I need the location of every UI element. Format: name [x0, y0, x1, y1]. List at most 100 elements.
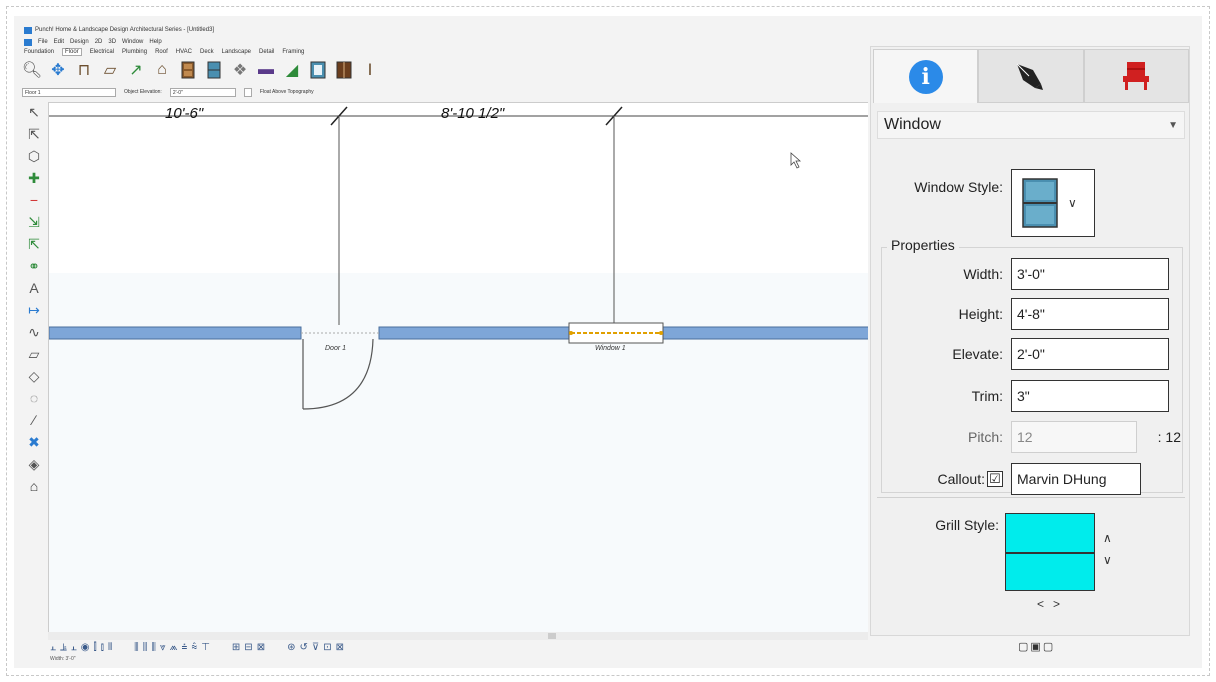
tab-electrical[interactable]: Electrical [90, 49, 114, 55]
object-type-select[interactable]: Window ▼ [877, 111, 1185, 139]
tab-plumbing[interactable]: Plumbing [122, 49, 147, 55]
menu-help[interactable]: Help [149, 39, 161, 45]
menu-edit[interactable]: Edit [54, 39, 64, 45]
center-icon[interactable]: ◉ [81, 642, 90, 653]
stack-icon[interactable]: ⫴ [108, 642, 112, 653]
material-tool-icon[interactable]: ❖ [230, 60, 250, 80]
bring-forward-icon[interactable]: ⇲ [24, 212, 44, 232]
horizontal-scrollbar[interactable] [48, 632, 868, 640]
app-menu-icon[interactable] [24, 38, 32, 46]
view-split-icon[interactable]: ▣ [1030, 640, 1040, 653]
menu-design[interactable]: Design [70, 39, 89, 45]
menu-2d[interactable]: 2D [95, 39, 103, 45]
polygon-icon[interactable]: ▱ [24, 344, 44, 364]
table-3-icon[interactable]: ⊠ [257, 642, 265, 653]
appliance-tool-icon[interactable] [308, 60, 328, 80]
spacing-1-icon[interactable]: ⫼ [134, 642, 139, 653]
tab-floor[interactable]: Floor [62, 48, 82, 56]
tab-objects[interactable] [1083, 49, 1189, 103]
tab-info[interactable]: i [873, 49, 979, 103]
menu-window[interactable]: Window [122, 39, 143, 45]
tab-foundation[interactable]: Foundation [24, 49, 54, 55]
pan-icon[interactable]: ✥ [48, 60, 68, 80]
text-tool-icon[interactable]: A [24, 278, 44, 298]
cabinet-tool-icon[interactable]: ▬ [256, 60, 276, 80]
tab-hvac[interactable]: HVAC [176, 49, 192, 55]
zoom-icon[interactable]: 🔍︎ [22, 60, 42, 80]
tab-detail[interactable]: Detail [259, 49, 274, 55]
menu-3d[interactable]: 3D [108, 39, 116, 45]
house-icon[interactable]: ⌂ [24, 476, 44, 496]
rotate-icon[interactable]: ◇ [24, 366, 44, 386]
align-left-icon[interactable]: ⫠ [50, 642, 56, 653]
stairs-tool-icon[interactable]: ↗ [126, 60, 146, 80]
circle-icon[interactable]: ◌ [24, 388, 44, 408]
send-backward-icon[interactable]: ⇱ [24, 234, 44, 254]
window-tool-icon[interactable] [204, 60, 224, 80]
grill-up-icon[interactable]: ∧ [1103, 531, 1112, 545]
spacing-2-icon[interactable]: ⫼ [143, 642, 148, 653]
floor-select[interactable]: Floor 1 [22, 87, 116, 97]
eraser-icon[interactable]: ◈ [24, 454, 44, 474]
grill-prev-button[interactable]: < [1037, 597, 1044, 611]
tab-style[interactable] [978, 49, 1084, 103]
ungroup-icon[interactable]: ⩯ [191, 642, 197, 653]
rotate-left-icon[interactable]: ↺ [299, 642, 307, 653]
callout-input[interactable]: Marvin DHung [1011, 463, 1141, 495]
furniture-tool-icon[interactable] [334, 60, 354, 80]
callout-checkbox[interactable]: ☑ [987, 471, 1003, 487]
drawing-canvas[interactable]: 10'-6" 8'-10 1/2" Door 1 Window 1 [48, 102, 868, 632]
room-tool-icon[interactable]: ▱ [100, 60, 120, 80]
float-label: Float Above Topography [259, 89, 314, 95]
landscape-tool-icon[interactable]: ◢ [282, 60, 302, 80]
line-tool-icon[interactable]: ∕ [24, 410, 44, 430]
elevation-input[interactable]: 2'-0" [169, 87, 236, 97]
add-point-icon[interactable]: ✚ [24, 168, 44, 188]
elevate-input[interactable]: 2'-0" [1011, 338, 1169, 370]
tab-framing[interactable]: Framing [282, 49, 304, 55]
top-align-icon[interactable]: ⊤ [201, 642, 210, 653]
space-icon[interactable]: ⫾ [101, 642, 104, 653]
align-right-icon[interactable]: ⫠ [71, 642, 77, 653]
remove-point-icon[interactable]: − [24, 190, 44, 210]
mirror-icon[interactable]: ⩔ [160, 642, 166, 653]
link-icon[interactable]: ⚭ [24, 256, 44, 276]
freehand-icon[interactable]: ∿ [24, 322, 44, 342]
filter-icon[interactable]: ⊽ [312, 642, 319, 653]
spacing-3-icon[interactable]: ⫼ [151, 642, 156, 653]
trim-input[interactable]: 3" [1011, 380, 1169, 412]
wall-tool-icon[interactable]: ⊓ [74, 60, 94, 80]
dimension-tool-icon[interactable]: ↦ [24, 300, 44, 320]
column-tool-icon[interactable]: Ⅰ [360, 60, 380, 80]
table-2-icon[interactable]: ⊟ [244, 642, 252, 653]
cross-tool-icon[interactable]: ✖ [24, 432, 44, 452]
view-single-icon[interactable]: ▢ [1018, 640, 1028, 653]
distribute-icon[interactable]: ⫿ [94, 642, 97, 653]
scrollbar-thumb[interactable] [548, 633, 556, 639]
view-quad-icon[interactable]: ▢ [1043, 640, 1053, 653]
group-icon[interactable]: ⩮ [182, 642, 188, 653]
align-center-icon[interactable]: ⫡ [60, 642, 67, 653]
tab-landscape[interactable]: Landscape [222, 49, 251, 55]
window-style-picker[interactable]: ∨ [1011, 169, 1095, 237]
width-input[interactable]: 3'-0" [1011, 258, 1169, 290]
grill-down-icon[interactable]: ∨ [1103, 553, 1112, 567]
lasso-icon[interactable]: ⬡ [24, 146, 44, 166]
crop-icon[interactable]: ⊡ [323, 642, 331, 653]
menu-file[interactable]: File [38, 39, 48, 45]
tab-roof[interactable]: Roof [155, 49, 168, 55]
table-1-icon[interactable]: ⊞ [232, 642, 240, 653]
close-box-icon[interactable]: ⊠ [336, 642, 344, 653]
grill-style-swatch[interactable] [1005, 513, 1095, 591]
grill-next-button[interactable]: > [1053, 597, 1060, 611]
tab-deck[interactable]: Deck [200, 49, 214, 55]
float-checkbox[interactable] [243, 87, 252, 97]
height-input[interactable]: 4'-8" [1011, 298, 1169, 330]
door-tool-icon[interactable] [178, 60, 198, 80]
lock-icon[interactable]: ⊛ [287, 642, 295, 653]
multi-select-icon[interactable]: ⇱ [24, 124, 44, 144]
select-arrow-icon[interactable]: ↖ [24, 102, 44, 122]
style-chevron-down-icon: ∨ [1068, 196, 1077, 210]
flip-icon[interactable]: ⩕ [170, 642, 178, 653]
opening-tool-icon[interactable]: ⌂ [152, 60, 172, 80]
